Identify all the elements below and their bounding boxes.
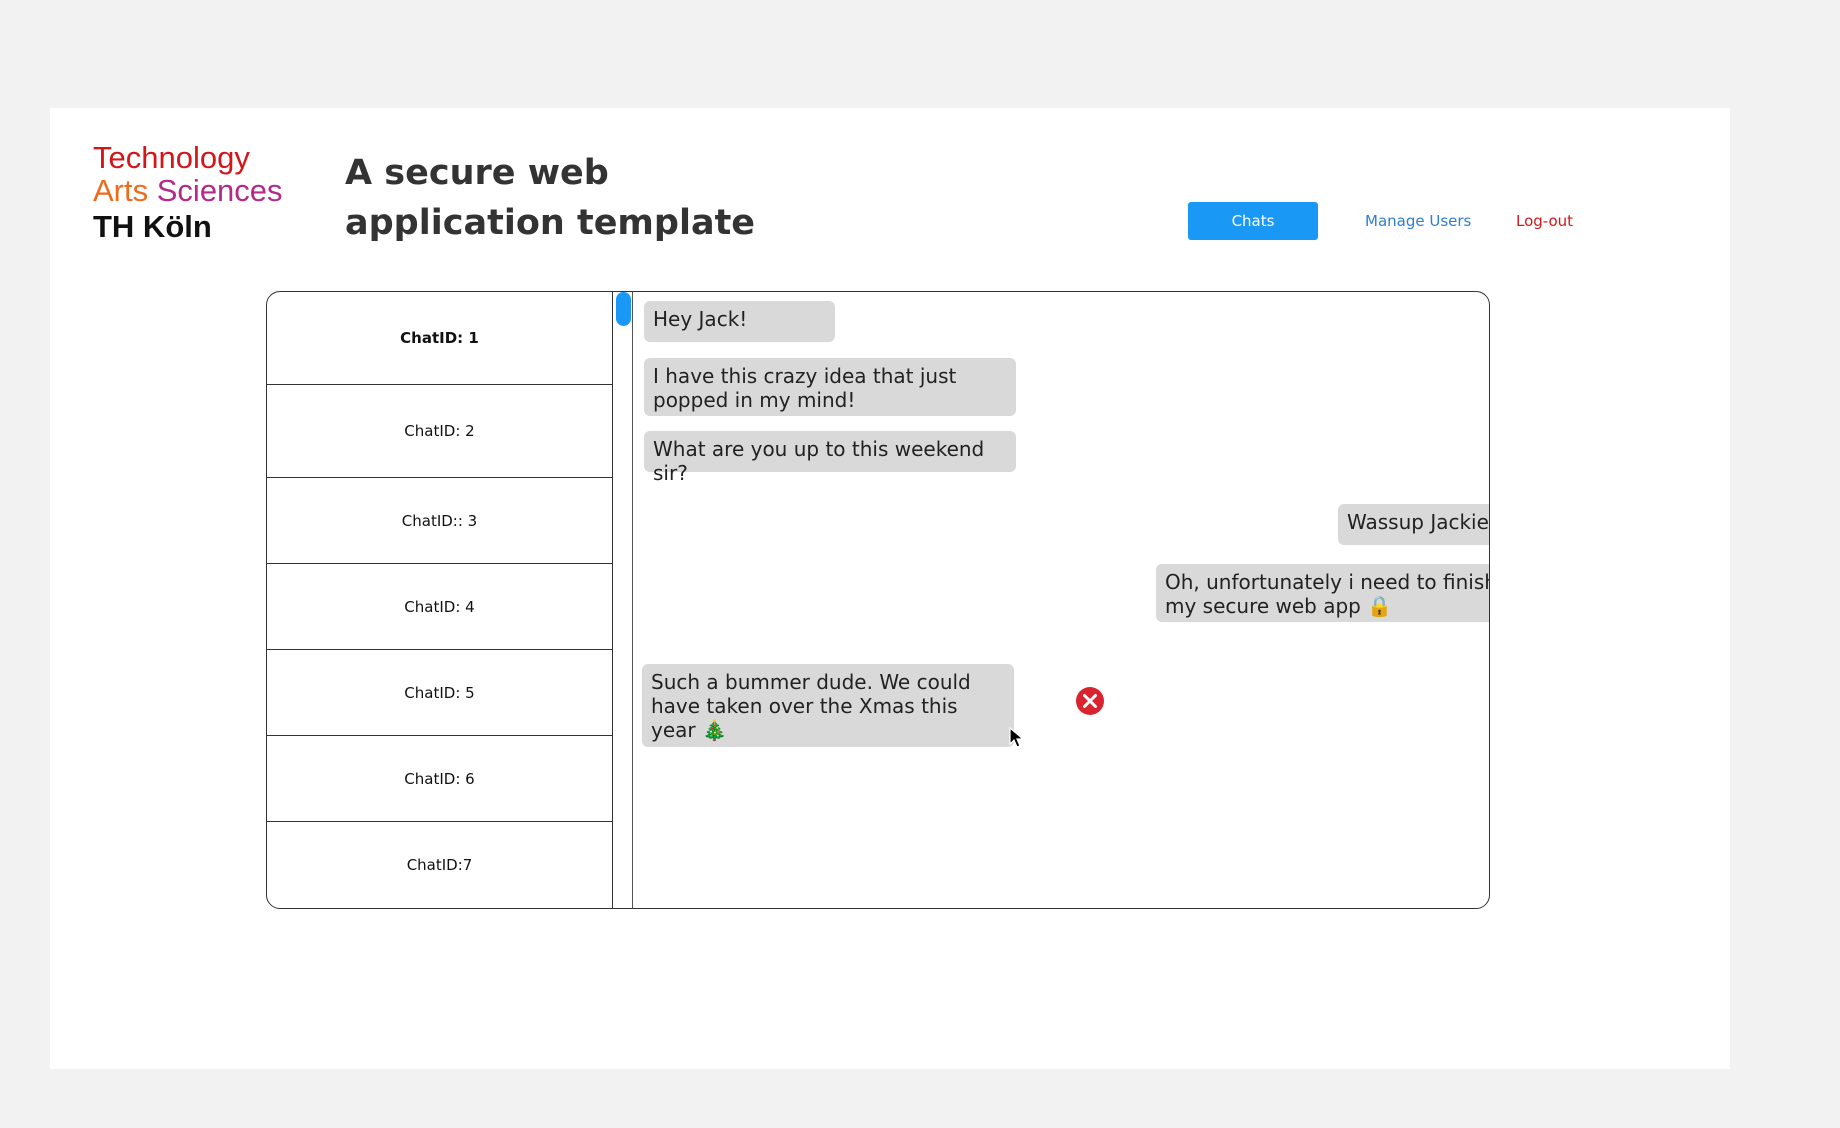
chat-item-label: ChatID: 4 [404, 597, 475, 616]
chat-item-label: ChatID: 5 [404, 683, 475, 702]
chat-list-item[interactable]: ChatID: 6 [267, 736, 612, 822]
message-text: Hey Jack! [653, 307, 748, 331]
message-text: Such a bummer dude. We could have taken … [651, 670, 971, 742]
message-text: Oh, unfortunately i need to finish my se… [1165, 570, 1490, 618]
chat-item-label: ChatID: 6 [404, 769, 475, 788]
chat-list-item[interactable]: ChatID: 5 [267, 650, 612, 736]
chat-item-label: ChatID:: 3 [401, 511, 478, 530]
chat-panel: ChatID: 1 ChatID: 2 ChatID:: 3 ChatID: 4… [266, 291, 1490, 909]
app-frame: Technology Arts Sciences TH Köln A secur… [50, 108, 1730, 1069]
manage-users-link[interactable]: Manage Users [1365, 212, 1471, 230]
top-nav: Chats Manage Users Log-out [50, 202, 1730, 242]
message-bubble[interactable]: Oh, unfortunately i need to finish my se… [1156, 564, 1490, 622]
mouse-pointer-icon [1009, 726, 1025, 748]
chat-list-item[interactable]: ChatID: 4 [267, 564, 612, 650]
message-bubble[interactable]: Wassup Jackie [1338, 504, 1489, 545]
message-bubble[interactable]: What are you up to this weekend sir? [644, 431, 1016, 485]
chat-list: ChatID: 1 ChatID: 2 ChatID:: 3 ChatID: 4… [267, 292, 613, 908]
chat-list-item[interactable]: ChatID: 2 [267, 385, 612, 478]
chat-item-label: ChatID:7 [406, 856, 473, 874]
chat-list-item[interactable]: ChatID: 1 [267, 292, 612, 385]
chat-item-label: ChatID: 1 [400, 329, 479, 347]
message-bubble[interactable]: Such a bummer dude. We could have taken … [642, 664, 1014, 747]
close-circle-icon[interactable] [1075, 686, 1105, 716]
message-text: Wassup Jackie [1347, 510, 1489, 534]
chat-list-item[interactable]: ChatID:: 3 [267, 478, 612, 564]
logout-link[interactable]: Log-out [1516, 212, 1573, 230]
message-bubble[interactable]: I have this crazy idea that just popped … [644, 358, 1016, 416]
message-text: I have this crazy idea that just popped … [653, 364, 957, 412]
chat-item-label: ChatID: 2 [404, 422, 475, 440]
message-text: What are you up to this weekend sir? [653, 437, 985, 485]
message-bubble[interactable]: Hey Jack! [644, 301, 835, 342]
scrollbar-thumb[interactable] [616, 292, 631, 326]
scrollbar-track[interactable] [614, 292, 633, 908]
chats-button[interactable]: Chats [1188, 202, 1318, 240]
logo-line-technology: Technology [93, 140, 250, 175]
chat-list-item[interactable]: ChatID:7 [267, 822, 612, 908]
